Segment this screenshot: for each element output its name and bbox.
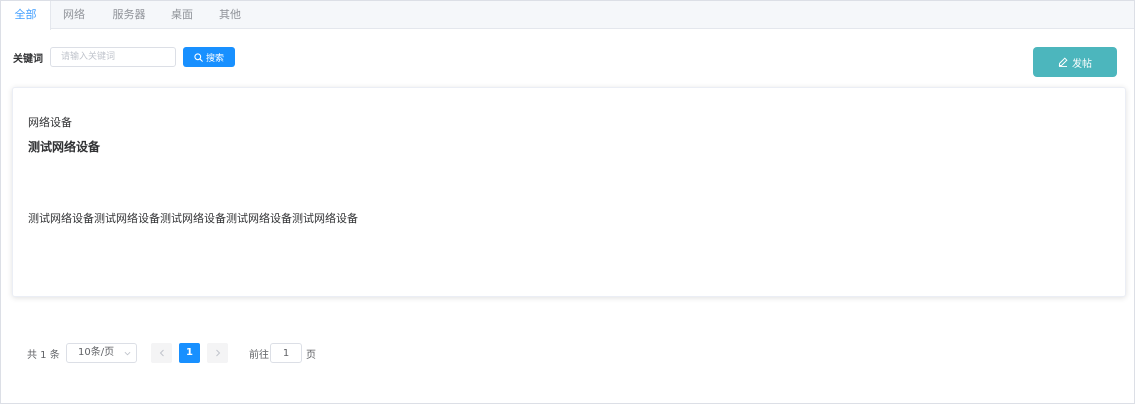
- goto-suffix: 页: [306, 350, 316, 361]
- tab-other[interactable]: 其他: [207, 1, 253, 29]
- tab-all[interactable]: 全部: [1, 1, 51, 30]
- tab-desktop[interactable]: 桌面: [159, 1, 205, 29]
- page-size-select[interactable]: 10条/页: [66, 343, 137, 363]
- pagination-total: 共 1 条: [27, 350, 60, 361]
- page-number-current[interactable]: 1: [179, 343, 200, 363]
- prev-page-button[interactable]: [151, 343, 172, 363]
- chevron-left-icon: [159, 349, 164, 357]
- post-card[interactable]: 网络设备 测试网络设备 测试网络设备测试网络设备测试网络设备测试网络设备测试网络…: [12, 87, 1126, 297]
- search-icon: [194, 52, 203, 62]
- page-frame: 全部 网络 服务器 桌面 其他 关键词 搜索 发帖 网络设备 测试网络设备 测试…: [0, 0, 1135, 404]
- goto-page-input[interactable]: [270, 343, 302, 363]
- post-button[interactable]: 发帖: [1033, 47, 1117, 77]
- category-tabs: 全部 网络 服务器 桌面 其他: [1, 1, 1134, 30]
- post-category: 网络设备: [28, 116, 72, 129]
- page-size-value: 10条/页: [78, 347, 115, 358]
- keyword-label: 关键词: [13, 54, 43, 65]
- post-body: 测试网络设备测试网络设备测试网络设备测试网络设备测试网络设备: [28, 212, 358, 225]
- keyword-input[interactable]: [50, 47, 176, 67]
- next-page-button[interactable]: [207, 343, 228, 363]
- post-title[interactable]: 测试网络设备: [28, 138, 100, 155]
- chevron-down-icon: [124, 351, 131, 356]
- search-button-label: 搜索: [205, 53, 224, 64]
- goto-label: 前往: [249, 350, 269, 361]
- search-button[interactable]: 搜索: [183, 47, 235, 67]
- chevron-right-icon: [215, 349, 220, 357]
- post-button-label: 发帖: [1072, 58, 1092, 70]
- tab-network[interactable]: 网络: [51, 1, 97, 29]
- edit-icon: [1058, 57, 1068, 67]
- tab-server[interactable]: 服务器: [99, 1, 159, 29]
